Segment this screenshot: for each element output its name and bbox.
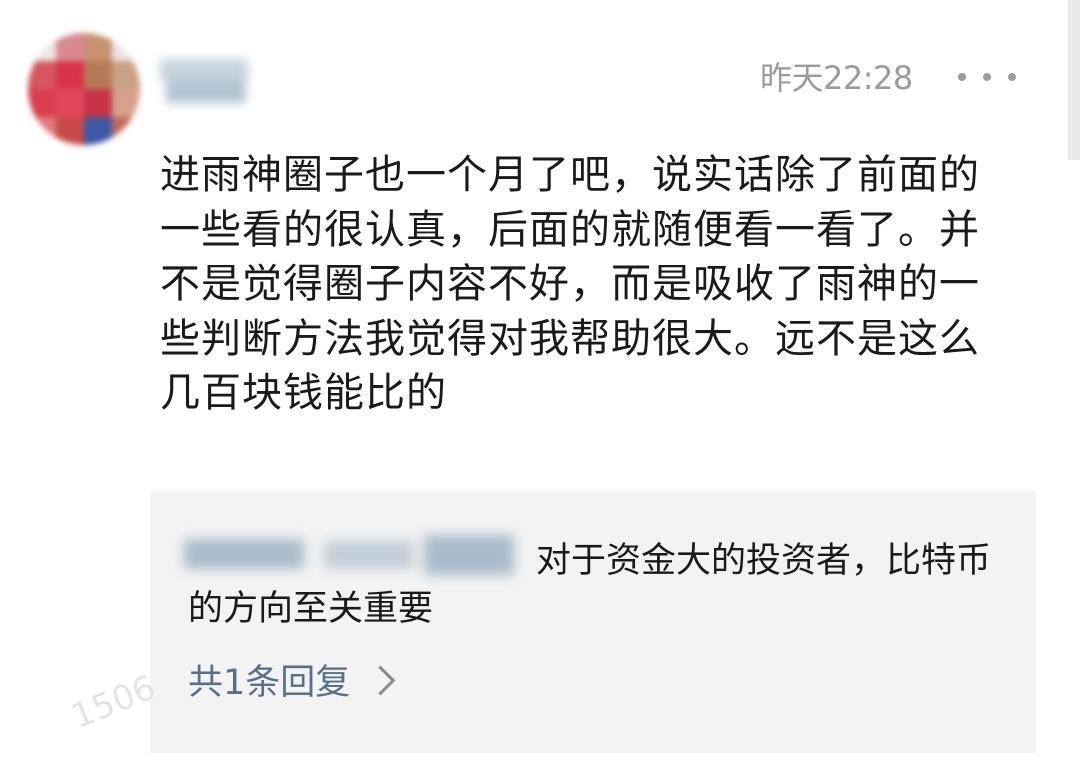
comment-body: 进雨神圈子也一个月了吧，说实话除了前面的一些看的很认真，后面的就随便看一看了。并… bbox=[160, 152, 980, 416]
avatar[interactable] bbox=[28, 33, 140, 145]
watermark: 1506 bbox=[66, 667, 162, 738]
chevron-right-icon bbox=[365, 665, 396, 695]
username[interactable] bbox=[160, 55, 252, 105]
view-replies-link[interactable]: 共1条回复 bbox=[188, 661, 396, 705]
reply-section[interactable]: 对于资金大的投资者，比特币的方向至关重要 共1条回复 bbox=[150, 491, 1036, 753]
scrollbar[interactable] bbox=[1068, 0, 1080, 160]
comment-card: 昨天22:28 进雨神圈子也一个月了吧，说实话除了前面的一些看的很认真，后面的就… bbox=[0, 0, 1080, 779]
comment-timestamp: 昨天22:28 bbox=[760, 59, 913, 97]
reply-text-row: 对于资金大的投资者，比特币的方向至关重要 bbox=[188, 537, 1000, 633]
reply-text: 对于资金大的投资者，比特币的方向至关重要 bbox=[188, 541, 992, 629]
more-dots-icon[interactable] bbox=[952, 62, 1022, 92]
reply-count-label: 共1条回复 bbox=[188, 663, 351, 703]
